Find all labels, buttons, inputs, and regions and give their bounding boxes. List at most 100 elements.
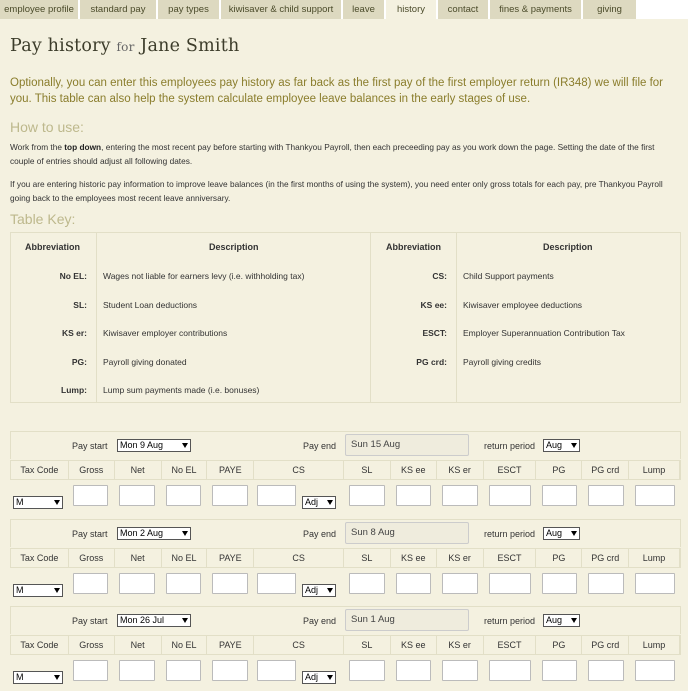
tab-history[interactable]: history	[386, 0, 436, 19]
pg-crd-input[interactable]	[588, 573, 624, 594]
key-desc: Employer Superannuation Contribution Tax	[463, 328, 625, 338]
cs-adj-select[interactable]: Adj	[302, 584, 336, 597]
pg-input[interactable]	[542, 485, 577, 506]
esct-input[interactable]	[489, 573, 531, 594]
paye-input[interactable]	[212, 573, 248, 594]
ks-er-input[interactable]	[442, 485, 478, 506]
sl-input[interactable]	[349, 660, 385, 681]
net-input[interactable]	[119, 573, 155, 594]
return-period-label: return period	[484, 616, 536, 626]
column-header-ks-ee: KS ee	[391, 549, 437, 567]
gross-input[interactable]	[73, 660, 108, 681]
chevron-down-icon	[571, 618, 577, 623]
lump-input[interactable]	[635, 573, 675, 594]
tab-giving[interactable]: giving	[583, 0, 636, 19]
column-header-paye: PAYE	[207, 549, 255, 567]
cs-input[interactable]	[257, 660, 296, 681]
tax-code-value: M	[16, 497, 24, 507]
pay-end-field[interactable]: Sun 1 Aug	[345, 609, 469, 631]
tax-code-select[interactable]: M	[13, 671, 63, 684]
table-key: Abbreviation Description Abbreviation De…	[10, 232, 681, 403]
pay-end-label: Pay end	[303, 529, 337, 539]
column-header-pg: PG	[536, 461, 583, 479]
column-header-ks-er: KS er	[437, 636, 484, 654]
column-header-paye: PAYE	[207, 636, 255, 654]
pg-input[interactable]	[542, 573, 577, 594]
paye-input[interactable]	[212, 485, 248, 506]
tab-kiwisaver-child-support[interactable]: kiwisaver & child support	[221, 0, 341, 19]
lump-input[interactable]	[635, 660, 675, 681]
no-el-input[interactable]	[166, 485, 201, 506]
chevron-down-icon	[182, 618, 188, 623]
pg-crd-input[interactable]	[588, 660, 624, 681]
esct-input[interactable]	[489, 485, 531, 506]
column-header-esct: ESCT	[484, 461, 537, 479]
sl-input[interactable]	[349, 573, 385, 594]
paye-input[interactable]	[212, 660, 248, 681]
key-desc: Kiwisaver employer contributions	[103, 328, 228, 338]
return-period-select[interactable]: Aug	[543, 527, 580, 540]
tab-fines-payments[interactable]: fines & payments	[490, 0, 581, 19]
pay-end-field[interactable]: Sun 8 Aug	[345, 522, 469, 544]
cs-adj-select[interactable]: Adj	[302, 671, 336, 684]
pay-end-label: Pay end	[303, 441, 337, 451]
net-input[interactable]	[119, 660, 155, 681]
key-header-abbr-left: Abbreviation	[25, 242, 81, 252]
ks-er-input[interactable]	[442, 660, 478, 681]
tax-code-value: M	[16, 672, 24, 682]
cs-adj-select[interactable]: Adj	[302, 496, 336, 509]
tax-code-select[interactable]: M	[13, 584, 63, 597]
column-header-pg-crd: PG crd	[582, 461, 630, 479]
column-header-sl: SL	[344, 549, 391, 567]
ks-ee-input[interactable]	[396, 485, 431, 506]
column-header-gross: Gross	[69, 636, 115, 654]
ks-ee-input[interactable]	[396, 660, 431, 681]
key-desc: Student Loan deductions	[103, 300, 198, 310]
pay-end-field[interactable]: Sun 15 Aug	[345, 434, 469, 456]
column-header-cs: CS	[254, 636, 344, 654]
pay-end-value: Sun 8 Aug	[351, 527, 395, 538]
return-period-select[interactable]: Aug	[543, 614, 580, 627]
tab-standard-pay[interactable]: standard pay	[80, 0, 156, 19]
pay-start-select[interactable]: Mon 26 Jul	[117, 614, 191, 627]
ks-er-input[interactable]	[442, 573, 478, 594]
column-header-ks-ee: KS ee	[391, 636, 437, 654]
esct-input[interactable]	[489, 660, 531, 681]
column-header-tax-code: Tax Code	[11, 636, 69, 654]
return-period-select[interactable]: Aug	[543, 439, 580, 452]
tab-contact[interactable]: contact	[438, 0, 488, 19]
net-input[interactable]	[119, 485, 155, 506]
gross-input[interactable]	[73, 573, 108, 594]
pg-input[interactable]	[542, 660, 577, 681]
ks-ee-input[interactable]	[396, 573, 431, 594]
column-header-sl: SL	[344, 461, 391, 479]
column-header-lump: Lump	[629, 461, 680, 479]
chevron-down-icon	[182, 443, 188, 448]
tab-employee-profile[interactable]: employee profile	[0, 0, 78, 19]
pg-crd-input[interactable]	[588, 485, 624, 506]
key-header-abbr-right: Abbreviation	[386, 242, 442, 252]
cs-input[interactable]	[257, 573, 296, 594]
no-el-input[interactable]	[166, 573, 201, 594]
cs-input[interactable]	[257, 485, 296, 506]
key-abbr: Lump:	[61, 385, 87, 395]
column-header-pg-crd: PG crd	[582, 636, 630, 654]
pay-start-select[interactable]: Mon 9 Aug	[117, 439, 191, 452]
return-period-label: return period	[484, 441, 536, 451]
key-header-desc-right: Description	[543, 242, 593, 252]
tax-code-select[interactable]: M	[13, 496, 63, 509]
column-header-lump: Lump	[629, 549, 680, 567]
pay-columns-header: Tax Code Gross Net No EL PAYE CS SL KS ee KS er E…	[10, 460, 681, 480]
key-desc: Wages not liable for earners levy (i.e. …	[103, 271, 305, 281]
tab-pay-types[interactable]: pay types	[158, 0, 219, 19]
page-title-for: for	[116, 40, 135, 54]
gross-input[interactable]	[73, 485, 108, 506]
tab-leave[interactable]: leave	[343, 0, 384, 19]
column-header-gross: Gross	[69, 549, 115, 567]
sl-input[interactable]	[349, 485, 385, 506]
no-el-input[interactable]	[166, 660, 201, 681]
key-desc: Kiwisaver employee deductions	[463, 300, 583, 310]
pay-start-select[interactable]: Mon 2 Aug	[117, 527, 191, 540]
pay-columns-header: Tax Code Gross Net No EL PAYE CS SL KS ee KS er E…	[10, 635, 681, 655]
lump-input[interactable]	[635, 485, 675, 506]
